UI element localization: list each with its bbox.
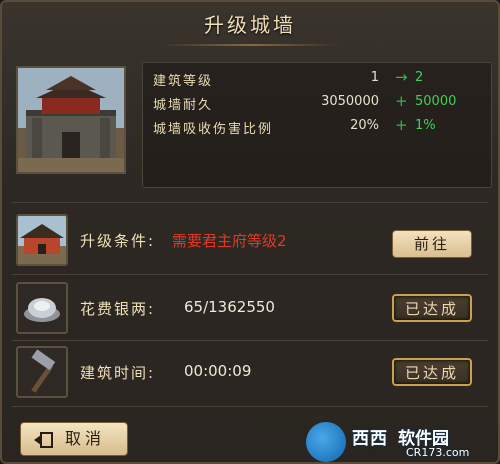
goto-button[interactable]: 前往 — [392, 230, 472, 258]
arrow-right-icon: → — [395, 68, 408, 86]
palace-icon — [16, 214, 68, 266]
title-underline — [162, 44, 338, 46]
stat-current-value: 20% — [350, 118, 379, 133]
stat-current-value: 1 — [370, 70, 379, 85]
achieved-button[interactable]: 已达成 — [392, 358, 472, 386]
silver-ingot-icon — [16, 282, 68, 334]
requirement-value: 00:00:09 — [184, 362, 252, 380]
stat-next-value: 50000 — [415, 94, 457, 109]
requirement-row-silver: 花费银两: 65/1362550 已达成 — [12, 278, 488, 338]
stat-label: 城墙吸收伤害比例 — [153, 122, 274, 137]
stat-row-durability: 城墙耐久 3050000 + 50000 — [143, 91, 491, 115]
requirement-row-condition: 升级条件: 需要君主府等级2 前往 — [12, 210, 488, 270]
hammer-icon — [16, 346, 68, 398]
requirement-label: 升级条件: — [80, 232, 156, 250]
upgrade-stats-panel: 建筑等级 1 → 2 城墙耐久 3050000 + 50000 城墙吸收伤害比例… — [142, 62, 492, 188]
watermark-url: CR173.com — [406, 446, 470, 459]
dialog-title: 升级城墙 — [204, 13, 296, 37]
section-divider — [12, 406, 488, 407]
plus-icon: + — [395, 92, 408, 110]
requirement-value: 65/1362550 — [184, 298, 275, 316]
wall-building-image — [16, 66, 126, 174]
stat-next-value: 1% — [415, 118, 436, 133]
site-watermark: 西西 软件园 CR173.com — [306, 420, 496, 464]
plus-icon: + — [395, 116, 408, 134]
section-divider — [12, 340, 488, 341]
stat-label: 建筑等级 — [153, 74, 214, 89]
stat-row-damage-absorb: 城墙吸收伤害比例 20% + 1% — [143, 115, 491, 139]
cancel-label: 取消 — [65, 429, 106, 448]
section-divider — [12, 202, 488, 203]
achieved-button[interactable]: 已达成 — [392, 294, 472, 322]
stat-next-value: 2 — [415, 70, 424, 85]
requirement-value: 需要君主府等级2 — [172, 232, 287, 250]
watermark-brand: 西西 — [352, 429, 388, 449]
back-arrow-icon — [34, 432, 53, 448]
cancel-button[interactable]: 取消 — [20, 422, 128, 456]
stat-label: 城墙耐久 — [153, 98, 214, 113]
stat-current-value: 3050000 — [321, 94, 379, 109]
requirement-row-time: 建筑时间: 00:00:09 已达成 — [12, 342, 488, 402]
section-divider — [12, 274, 488, 275]
watermark-logo-icon — [306, 422, 346, 462]
requirement-label: 建筑时间: — [80, 364, 156, 382]
upgrade-wall-dialog: 升级城墙 建筑等级 1 → 2 城墙耐久 3050000 + 50000 城墙吸… — [0, 0, 500, 464]
stat-row-level: 建筑等级 1 → 2 — [143, 67, 491, 91]
requirement-label: 花费银两: — [80, 300, 156, 318]
